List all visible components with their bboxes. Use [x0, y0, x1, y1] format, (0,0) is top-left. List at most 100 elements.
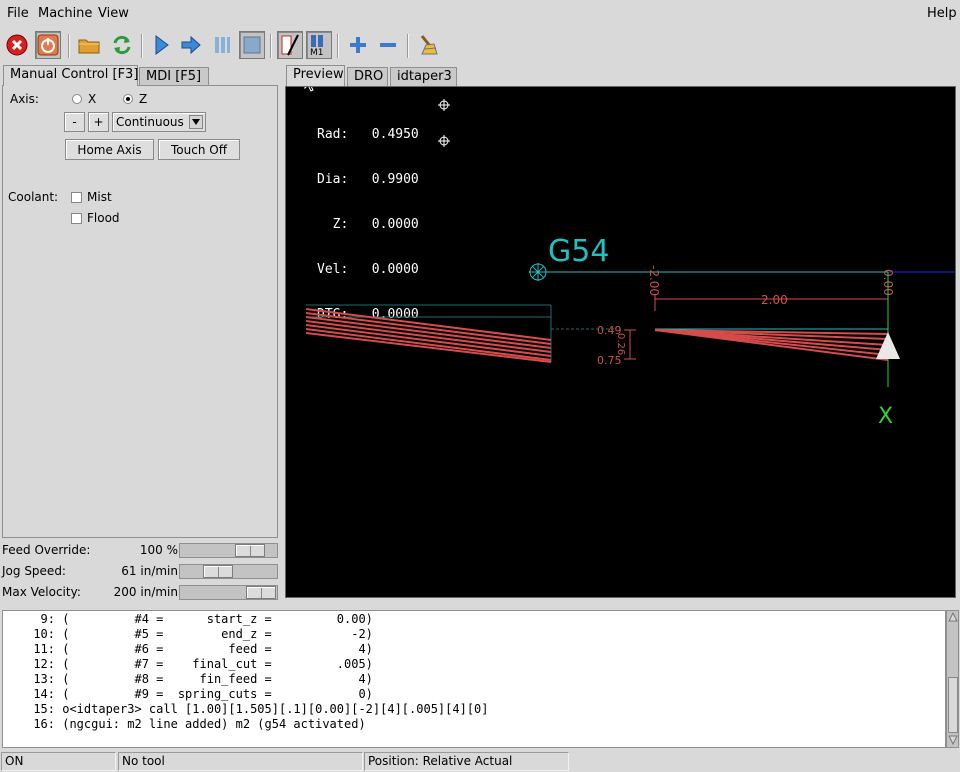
axis-z-label[interactable]: Z — [139, 92, 147, 106]
max-velocity-label: Max Velocity: — [2, 585, 81, 599]
toolbar-separator — [68, 34, 70, 58]
toolbar-separator — [141, 34, 143, 58]
clear-plot-icon — [420, 35, 438, 55]
gcode-line[interactable]: 15: o<idtaper3> call [1.00][1.505][.1][0… — [5, 702, 488, 717]
menu-help[interactable]: Help — [927, 6, 957, 21]
gcode-line[interactable]: 10: ( #5 = end_z = -2) — [5, 627, 373, 642]
zoom-in-icon — [350, 37, 366, 53]
gcode-line[interactable]: 11: ( #6 = feed = 4) — [5, 642, 373, 657]
tab-mdi[interactable]: MDI [F5] — [139, 67, 209, 86]
jog-speed-slider[interactable] — [179, 564, 278, 579]
axis-x-label[interactable]: X — [88, 92, 96, 106]
flood-label[interactable]: Flood — [87, 211, 120, 225]
tool-icon — [876, 332, 900, 359]
g54-origin-icon — [529, 263, 547, 281]
menu-file[interactable]: File — [7, 6, 29, 21]
jog-speed-label: Jog Speed: — [2, 564, 66, 578]
jog-speed-row: Jog Speed: 61 in/min — [0, 562, 282, 581]
jog-speed-value: 61 in/min — [121, 564, 178, 578]
flood-checkbox[interactable] — [71, 213, 82, 224]
max-velocity-slider-thumb[interactable] — [246, 586, 276, 599]
menu-view[interactable]: View — [98, 6, 129, 21]
pause-icon — [215, 37, 230, 53]
toolpath-left — [305, 304, 616, 363]
status-bar: ON No tool Position: Relative Actual — [0, 751, 960, 772]
feed-override-value: 100 % — [139, 543, 178, 557]
menubar: File Machine View Help — [0, 0, 960, 27]
zoom-out-icon — [380, 43, 396, 47]
estop-button[interactable] — [4, 31, 30, 59]
toolpath-plot: G54 -2.00 0.00 2.00 0.49 0.26 0.75 X — [305, 99, 955, 429]
stop-button[interactable] — [239, 31, 265, 59]
open-file-button[interactable] — [76, 31, 102, 59]
jog-increment-value: Continuous — [116, 115, 184, 129]
gcode-line[interactable]: 9: ( #4 = start_z = 0.00) — [5, 612, 373, 627]
optional-stop-icon: M1 — [310, 35, 324, 57]
tab-preview[interactable]: Preview — [286, 65, 345, 86]
open-folder-icon — [78, 39, 100, 54]
step-icon — [181, 35, 201, 55]
home-axis-button[interactable]: Home Axis — [65, 139, 154, 160]
mist-checkbox[interactable] — [71, 192, 82, 203]
zoom-out-button[interactable] — [375, 31, 401, 59]
optional-stop-button[interactable]: M1 — [306, 31, 332, 59]
reload-button[interactable] — [109, 31, 135, 59]
gcode-line[interactable]: 12: ( #7 = final_cut = .005) — [5, 657, 373, 672]
gcode-line[interactable]: 16: (ngcgui: m2 line added) m2 (g54 acti… — [5, 717, 365, 732]
tool-status: No tool — [118, 752, 363, 771]
coolant-label: Coolant: — [8, 190, 59, 204]
mist-label[interactable]: Mist — [87, 190, 112, 204]
stop-icon — [243, 36, 261, 54]
block-delete-button[interactable] — [277, 31, 303, 59]
dim-x-mid: 0.26 — [615, 333, 626, 355]
dim-z-left: -2.00 — [647, 265, 661, 296]
scroll-thumb[interactable] — [948, 677, 958, 733]
block-delete-icon — [281, 34, 299, 56]
max-velocity-slider[interactable] — [179, 585, 278, 600]
manual-control-panel: Axis: X Z - + Continuous Home Axis Touch… — [2, 85, 278, 538]
preview-canvas[interactable]: Rad: 0.4950 Dia: 0.9900 Z: 0.0000 Vel: 0… — [285, 86, 956, 598]
homed-icon — [438, 99, 450, 147]
reload-icon — [113, 35, 131, 55]
scroll-down-icon[interactable] — [948, 735, 958, 745]
toolbar-separator — [337, 34, 339, 58]
menu-machine[interactable]: Machine — [38, 6, 92, 21]
toolpath-right — [654, 328, 889, 361]
pause-button[interactable] — [209, 31, 235, 59]
tab-manual-control[interactable]: Manual Control [F3] — [3, 65, 138, 86]
feed-override-slider[interactable] — [179, 543, 278, 558]
gcode-listing[interactable]: 9: ( #4 = start_z = 0.00) 10: ( #5 = end… — [2, 610, 946, 748]
tab-idtaper3[interactable]: idtaper3 — [390, 67, 457, 86]
scroll-up-icon[interactable] — [948, 612, 958, 622]
machine-state: ON — [1, 752, 116, 771]
estop-icon — [6, 34, 28, 56]
jog-plus-button[interactable]: + — [88, 112, 109, 132]
touch-off-button[interactable]: Touch Off — [158, 139, 240, 160]
axis-z-radio[interactable] — [123, 94, 133, 104]
run-icon — [155, 35, 169, 55]
clear-plot-button[interactable] — [415, 31, 441, 59]
gcode-scrollbar[interactable] — [946, 610, 959, 748]
machine-power-button[interactable] — [35, 31, 61, 59]
step-button[interactable] — [178, 31, 204, 59]
mouse-cursor-icon — [304, 87, 314, 92]
position-mode: Position: Relative Actual — [364, 752, 569, 771]
power-icon — [37, 34, 59, 56]
g54-label: G54 — [548, 234, 609, 269]
dim-x-bottom: 0.75 — [597, 354, 622, 367]
gcode-line[interactable]: 13: ( #8 = fin_feed = 4) — [5, 672, 373, 687]
tab-dro[interactable]: DRO — [347, 67, 388, 86]
jog-increment-select[interactable]: Continuous — [112, 112, 206, 132]
feed-override-slider-thumb[interactable] — [235, 544, 265, 557]
toolbar-separator — [407, 34, 409, 58]
run-button[interactable] — [148, 31, 174, 59]
gcode-line[interactable]: 14: ( #9 = spring_cuts = 0) — [5, 687, 373, 702]
jog-speed-slider-thumb[interactable] — [203, 565, 233, 578]
optional-stop-label: M1 — [310, 48, 324, 57]
dim-length-label: 2.00 — [761, 293, 788, 307]
toolbar-separator — [270, 34, 272, 58]
x-axis-label: X — [878, 404, 893, 429]
jog-minus-button[interactable]: - — [64, 112, 85, 132]
zoom-in-button[interactable] — [345, 31, 371, 59]
axis-x-radio[interactable] — [72, 94, 82, 104]
